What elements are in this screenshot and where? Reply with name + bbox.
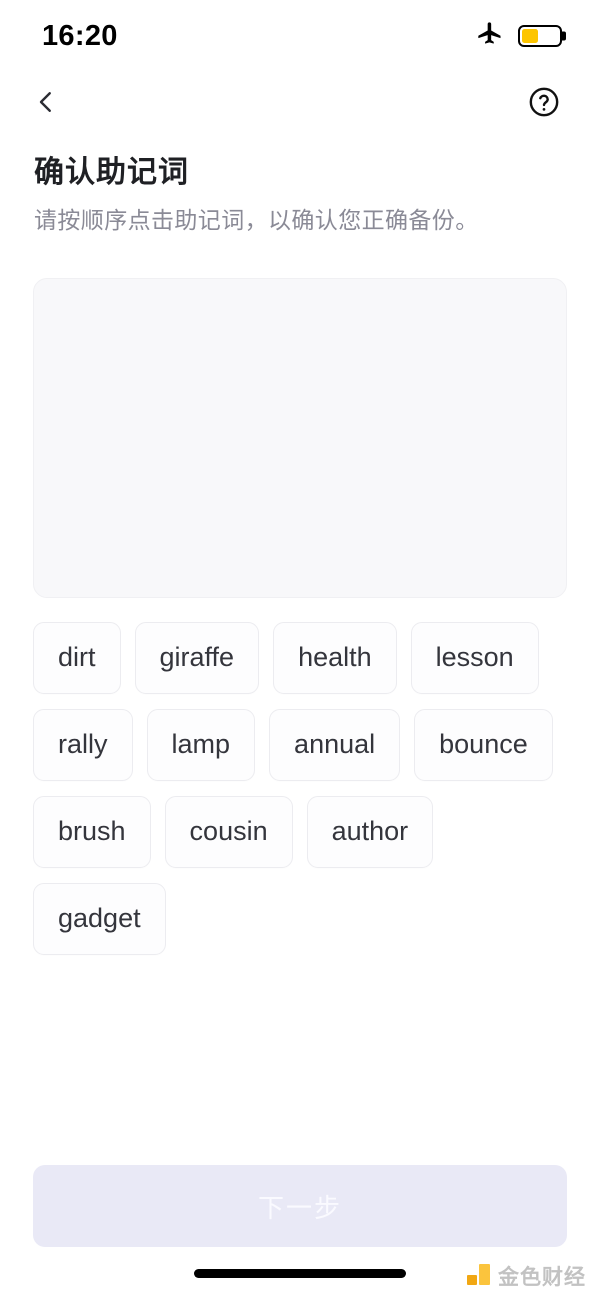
- back-button[interactable]: [24, 82, 68, 126]
- word-pool: dirt giraffe health lesson rally lamp annual bo…: [33, 621, 567, 955]
- status-bar: 16:20: [0, 0, 600, 72]
- word-chip[interactable]: rally: [33, 708, 133, 781]
- selected-words-box[interactable]: [33, 277, 567, 598]
- word-chip[interactable]: cousin: [164, 795, 293, 868]
- app-screen: 16:20 确认助记词 请按顺序点击助记词，以确认您正确备份。 dirt gir…: [0, 0, 600, 1299]
- chevron-left-icon: [31, 87, 61, 122]
- help-button[interactable]: [522, 82, 566, 126]
- word-chip[interactable]: lamp: [146, 708, 256, 781]
- word-chip[interactable]: brush: [33, 795, 151, 868]
- word-chip[interactable]: dirt: [33, 621, 121, 694]
- word-chip[interactable]: health: [273, 621, 397, 694]
- watermark-text: 金色财经: [498, 1266, 586, 1289]
- battery-icon: [518, 25, 566, 47]
- word-chip[interactable]: bounce: [414, 708, 553, 781]
- status-time: 16:20: [42, 19, 118, 52]
- question-circle-icon: [527, 85, 561, 124]
- status-indicators: [476, 20, 566, 53]
- next-button[interactable]: 下一步: [33, 1165, 567, 1247]
- battery-fill: [522, 29, 539, 43]
- nav-bar: [0, 72, 600, 136]
- home-indicator[interactable]: [194, 1268, 406, 1278]
- word-chip[interactable]: lesson: [410, 621, 539, 694]
- jinse-logo-icon: [467, 1264, 491, 1288]
- page-title: 确认助记词: [34, 156, 189, 189]
- bottom-area: 金色财经: [0, 1247, 600, 1299]
- word-chip[interactable]: giraffe: [134, 621, 260, 694]
- word-chip[interactable]: annual: [269, 708, 401, 781]
- word-chip[interactable]: gadget: [33, 882, 166, 955]
- airplane-icon: [476, 20, 504, 53]
- battery-cap: [562, 31, 566, 41]
- watermark: 金色财经: [467, 1261, 586, 1291]
- heading-block: 确认助记词 请按顺序点击助记词，以确认您正确备份。: [0, 136, 600, 236]
- page-subtitle: 请按顺序点击助记词，以确认您正确备份。: [34, 206, 479, 233]
- word-chip[interactable]: author: [306, 795, 434, 868]
